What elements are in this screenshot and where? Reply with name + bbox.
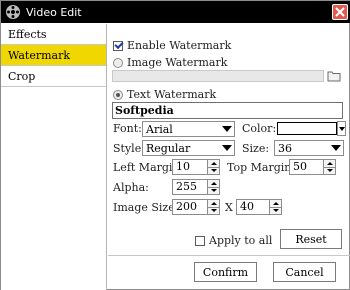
spin-down-icon[interactable] <box>208 208 219 215</box>
enable-watermark-checkbox[interactable] <box>113 40 123 51</box>
spin-up-icon[interactable] <box>324 160 335 168</box>
image-height-value: 40 <box>236 199 270 215</box>
spin-down-icon[interactable] <box>270 208 281 215</box>
alpha-label: Alpha: <box>113 181 149 194</box>
sidebar-item-crop[interactable]: Crop <box>1 66 106 87</box>
image-size-separator: X <box>225 201 233 214</box>
text-watermark-label: Text Watermark <box>127 88 217 101</box>
image-watermark-row: Image Watermark <box>113 56 227 69</box>
apply-all-label: Apply to all <box>209 234 273 247</box>
enable-watermark-row: Enable Watermark <box>113 39 231 52</box>
size-label: Size: <box>242 142 270 155</box>
text-watermark-row: Text Watermark <box>113 88 216 101</box>
font-select[interactable]: Arial <box>142 121 235 137</box>
font-select-value: Arial <box>146 122 173 136</box>
chevron-down-icon <box>329 141 343 155</box>
cancel-button[interactable]: Cancel <box>273 262 336 282</box>
title-bar: Video Edit <box>1 1 350 23</box>
chevron-down-icon <box>220 122 234 136</box>
film-reel-icon <box>6 5 20 19</box>
spin-down-icon[interactable] <box>208 168 219 175</box>
image-watermark-label: Image Watermark <box>127 56 228 69</box>
top-margin-spinner[interactable]: 50 <box>289 159 336 175</box>
left-margin-spinner[interactable]: 10 <box>172 159 220 175</box>
spin-down-icon[interactable] <box>324 168 335 175</box>
spin-up-icon[interactable] <box>270 200 281 208</box>
image-size-label: Image Size: <box>113 201 179 214</box>
spin-down-icon[interactable] <box>208 188 219 195</box>
color-swatch[interactable] <box>277 122 337 135</box>
style-select[interactable]: Regular <box>142 140 235 156</box>
color-label: Color: <box>242 122 277 135</box>
alpha-spinner[interactable]: 255 <box>172 179 220 195</box>
image-watermark-radio[interactable] <box>113 57 123 68</box>
sidebar-item-watermark[interactable]: Watermark <box>1 45 106 66</box>
watermark-text-input[interactable]: Softpedia <box>112 102 343 119</box>
confirm-button[interactable]: Confirm <box>194 262 257 282</box>
spin-up-icon[interactable] <box>208 180 219 188</box>
size-select-value: 36 <box>278 141 292 155</box>
font-label: Font: <box>113 122 142 135</box>
color-dropdown-button[interactable] <box>337 121 346 136</box>
close-icon <box>335 7 345 17</box>
enable-watermark-label: Enable Watermark <box>127 39 232 52</box>
alpha-value: 255 <box>172 179 208 195</box>
spin-up-icon[interactable] <box>208 160 219 168</box>
top-margin-label: Top Margin: <box>227 161 296 174</box>
apply-all-row: Apply to all <box>195 234 272 247</box>
image-height-spinner[interactable]: 40 <box>236 199 282 215</box>
image-path-field[interactable] <box>112 70 324 82</box>
image-width-value: 200 <box>172 199 208 215</box>
top-margin-value: 50 <box>289 159 324 175</box>
left-margin-value: 10 <box>172 159 208 175</box>
watermark-panel: Enable Watermark Image Watermark Text Wa… <box>109 24 350 254</box>
footer-divider <box>108 255 350 256</box>
folder-icon[interactable] <box>327 69 341 82</box>
style-label: Style: <box>113 142 145 155</box>
chevron-down-icon <box>220 141 234 155</box>
sidebar-item-effects[interactable]: Effects <box>1 24 106 45</box>
style-select-value: Regular <box>146 141 191 155</box>
image-width-spinner[interactable]: 200 <box>172 199 220 215</box>
size-select[interactable]: 36 <box>274 140 344 156</box>
window-title: Video Edit <box>26 5 82 19</box>
apply-all-checkbox[interactable] <box>195 235 205 246</box>
video-edit-window: Video Edit Effects Watermark Crop Enable… <box>0 0 350 290</box>
spin-up-icon[interactable] <box>208 200 219 208</box>
close-button[interactable] <box>332 4 348 20</box>
reset-button[interactable]: Reset <box>280 229 342 249</box>
text-watermark-radio[interactable] <box>113 89 123 100</box>
sidebar: Effects Watermark Crop <box>1 24 107 290</box>
